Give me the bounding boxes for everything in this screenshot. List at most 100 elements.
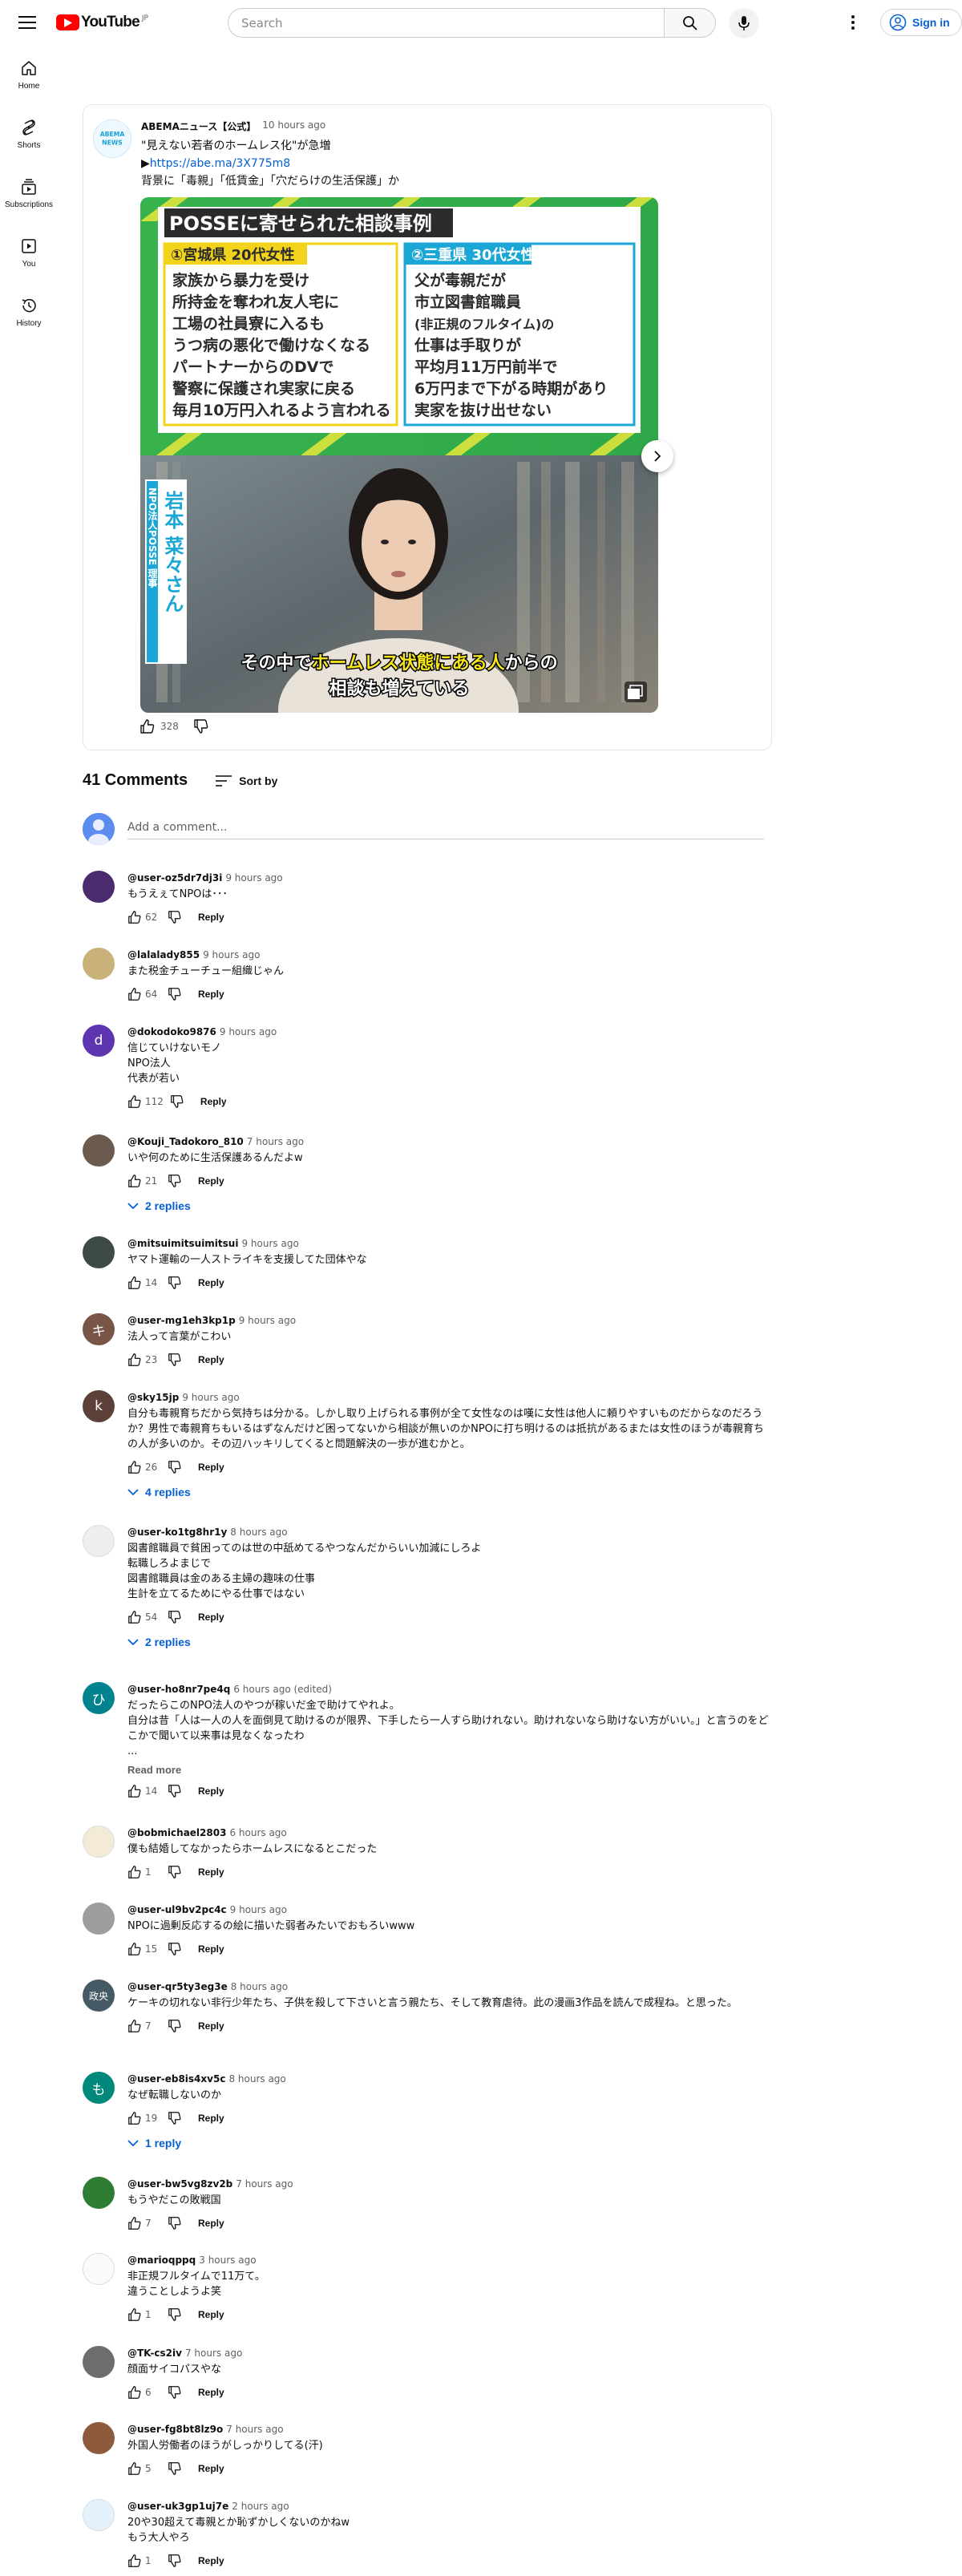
reply-button[interactable]: Reply (198, 1943, 224, 1955)
comment-like-button[interactable] (127, 1865, 142, 1879)
dislike-button[interactable] (193, 718, 209, 734)
post-image[interactable]: POSSEに寄せられた相談事例 ①宮城県 20代女性 家族から暴力を受け 所持金… (140, 197, 658, 713)
comment-dislike-button[interactable] (168, 2307, 182, 2322)
post-author[interactable]: ABEMAニュース【公式】 (141, 119, 256, 133)
guide-item-history[interactable]: History (0, 282, 58, 342)
comment-dislike-button[interactable] (168, 1610, 182, 1624)
sort-by-button[interactable]: Sort by (215, 774, 277, 787)
comment-avatar[interactable]: キ (83, 1313, 115, 1345)
comment-time[interactable]: 9 hours ago (239, 1315, 296, 1326)
comment-avatar[interactable] (83, 2177, 115, 2209)
guide-item-shorts[interactable]: Shorts (0, 104, 58, 164)
reply-button[interactable]: Reply (200, 1096, 227, 1107)
comment-like-button[interactable] (127, 1784, 142, 1798)
comment-author[interactable]: @user-bw5vg8zv2b (127, 2178, 232, 2190)
reply-button[interactable]: Reply (198, 1354, 224, 1365)
comment-dislike-button[interactable] (168, 2111, 182, 2125)
comment-author[interactable]: @user-mg1eh3kp1p (127, 1315, 236, 1326)
comment-time[interactable]: 8 hours ago (231, 1981, 288, 1992)
comment-dislike-button[interactable] (168, 987, 182, 1001)
post-link[interactable]: https://abe.ma/3X775m8 (150, 157, 290, 170)
comment-time[interactable]: 8 hours ago (230, 1527, 287, 1538)
comment-author[interactable]: @TK-cs2iv (127, 2348, 182, 2359)
comment-dislike-button[interactable] (168, 1942, 182, 1956)
view-replies-button[interactable]: 2 replies (127, 1199, 769, 1212)
comment-dislike-button[interactable] (168, 1174, 182, 1188)
comment-time[interactable]: 9 hours ago (225, 872, 282, 884)
comment-like-button[interactable] (127, 1610, 142, 1624)
comment-avatar[interactable] (83, 1236, 115, 1268)
comment-dislike-button[interactable] (168, 2216, 182, 2230)
comment-like-button[interactable] (127, 2307, 142, 2322)
guide-item-home[interactable]: Home (0, 45, 58, 104)
search-input[interactable] (228, 8, 665, 38)
sign-in-button[interactable]: Sign in (880, 9, 962, 36)
comment-dislike-button[interactable] (168, 1460, 182, 1474)
comment-time[interactable]: 6 hours ago (edited) (233, 1684, 332, 1695)
comment-like-button[interactable] (127, 1276, 142, 1290)
comment-time[interactable]: 9 hours ago (203, 949, 260, 960)
comment-time[interactable]: 7 hours ago (236, 2178, 293, 2190)
comment-dislike-button[interactable] (168, 1784, 182, 1798)
comment-avatar[interactable]: d (83, 1025, 115, 1057)
comment-avatar[interactable] (83, 1134, 115, 1167)
comment-avatar[interactable] (83, 2499, 115, 2531)
view-replies-button[interactable]: 1 reply (127, 2137, 769, 2149)
comment-author[interactable]: @user-qr5ty3eg3e (127, 1981, 228, 1992)
next-image-button[interactable] (641, 440, 673, 472)
comment-dislike-button[interactable] (168, 1865, 182, 1879)
comment-avatar[interactable] (83, 2346, 115, 2378)
reply-button[interactable]: Reply (198, 1785, 224, 1797)
comment-dislike-button[interactable] (168, 2019, 182, 2033)
youtube-logo[interactable]: YouTube JP (56, 14, 148, 31)
comment-like-button[interactable] (127, 910, 142, 924)
comment-time[interactable]: 9 hours ago (241, 1238, 298, 1249)
comment-time[interactable]: 7 hours ago (185, 2348, 242, 2359)
comment-avatar[interactable]: k (83, 1390, 115, 1422)
comment-like-button[interactable] (127, 1094, 142, 1109)
comment-author[interactable]: @mitsuimitsuimitsui (127, 1238, 238, 1249)
guide-item-subscriptions[interactable]: Subscriptions (0, 164, 58, 223)
reply-button[interactable]: Reply (198, 2020, 224, 2032)
add-comment-input[interactable] (127, 821, 764, 839)
view-replies-button[interactable]: 2 replies (127, 1636, 769, 1648)
comment-dislike-button[interactable] (168, 910, 182, 924)
reply-button[interactable]: Reply (198, 2309, 224, 2320)
comment-time[interactable]: 7 hours ago (247, 1136, 304, 1147)
reply-button[interactable]: Reply (198, 2387, 224, 2398)
comment-author[interactable]: @user-oz5dr7dj3i (127, 872, 222, 884)
comment-like-button[interactable] (127, 2216, 142, 2230)
channel-avatar[interactable]: ABEMA NEWS (93, 119, 131, 158)
comment-like-button[interactable] (127, 2461, 142, 2476)
reply-button[interactable]: Reply (198, 989, 224, 1000)
comment-avatar[interactable] (83, 1826, 115, 1858)
reply-button[interactable]: Reply (198, 2555, 224, 2566)
comment-dislike-button[interactable] (168, 1276, 182, 1290)
comment-time[interactable]: 9 hours ago (230, 1904, 287, 1915)
reply-button[interactable]: Reply (198, 2113, 224, 2124)
view-replies-button[interactable]: 4 replies (127, 1486, 769, 1498)
reply-button[interactable]: Reply (198, 2218, 224, 2229)
comment-avatar[interactable] (83, 2253, 115, 2285)
comment-author[interactable]: @user-eb8is4xv5c (127, 2073, 225, 2085)
comment-author[interactable]: @user-fg8bt8lz9o (127, 2424, 223, 2435)
comment-author[interactable]: @Kouji_Tadokoro_810 (127, 1136, 244, 1147)
reply-button[interactable]: Reply (198, 1462, 224, 1473)
comment-author[interactable]: @user-uk3gp1uj7e (127, 2501, 228, 2512)
reply-button[interactable]: Reply (198, 1866, 224, 1878)
comment-avatar[interactable]: ひ (83, 1682, 115, 1714)
search-button[interactable] (665, 8, 716, 38)
comment-like-button[interactable] (127, 987, 142, 1001)
comment-like-button[interactable] (127, 1353, 142, 1367)
reply-button[interactable]: Reply (198, 1175, 224, 1187)
voice-search-button[interactable] (729, 8, 759, 38)
comment-time[interactable]: 9 hours ago (182, 1392, 239, 1403)
comment-like-button[interactable] (127, 2111, 142, 2125)
comment-author[interactable]: @user-ul9bv2pc4c (127, 1904, 227, 1915)
comment-avatar[interactable]: も (83, 2072, 115, 2104)
comment-author[interactable]: @lalalady855 (127, 949, 200, 960)
comment-author[interactable]: @marioqppq (127, 2255, 196, 2266)
reply-button[interactable]: Reply (198, 1612, 224, 1623)
comment-dislike-button[interactable] (168, 1353, 182, 1367)
comment-dislike-button[interactable] (168, 2461, 182, 2476)
